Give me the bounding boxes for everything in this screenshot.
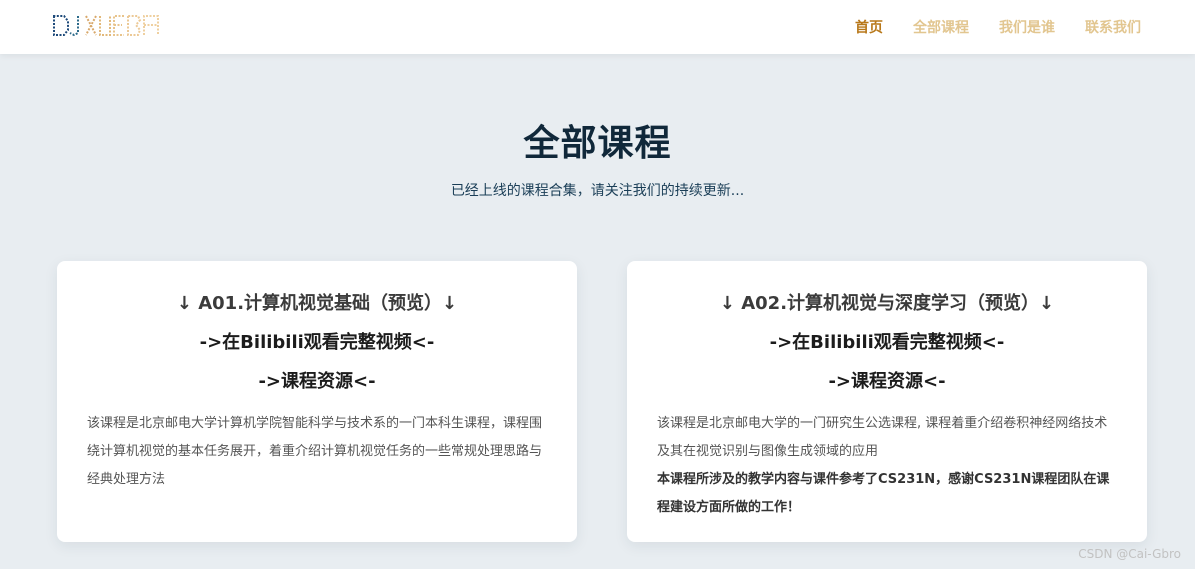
watermark: CSDN @Cai-Gbro: [1078, 547, 1181, 561]
course-resource-link[interactable]: ->课程资源<-: [627, 367, 1147, 393]
course-description-text: 该课程是北京邮电大学计算机学院智能科学与技术系的一门本科生课程，课程围绕计算机视…: [87, 416, 543, 487]
bilibili-video-link[interactable]: ->在Bilibili观看完整视频<-: [57, 328, 577, 354]
nav-contact-us[interactable]: 联系我们: [1085, 17, 1141, 37]
course-resource-link[interactable]: ->课程资源<-: [57, 367, 577, 393]
course-description: 该课程是北京邮电大学计算机学院智能科学与技术系的一门本科生课程，课程围绕计算机视…: [87, 410, 547, 494]
course-acknowledgement: 本课程所涉及的教学内容与课件参考了CS231N，感谢CS231N课程团队在课程建…: [657, 472, 1110, 515]
page-title: 全部课程: [523, 123, 672, 164]
bilibili-video-link[interactable]: ->在Bilibili观看完整视频<-: [627, 328, 1147, 354]
nav-about-us[interactable]: 我们是谁: [999, 17, 1055, 37]
course-title: ↓ A01.计算机视觉基础（预览）↓: [176, 293, 458, 314]
course-card-a02: ↓ A02.计算机视觉与深度学习（预览）↓ ->在Bilibili观看完整视频<…: [627, 261, 1147, 542]
nav-menu: 首页 全部课程 我们是谁 联系我们: [855, 0, 1141, 54]
nav-all-courses[interactable]: 全部课程: [913, 17, 969, 37]
course-card-a01: ↓ A01.计算机视觉基础（预览）↓ ->在Bilibili观看完整视频<- -…: [57, 261, 577, 542]
logo[interactable]: [52, 13, 162, 39]
course-title: ↓ A02.计算机视觉与深度学习（预览）↓: [719, 293, 1055, 314]
top-navbar: 首页 全部课程 我们是谁 联系我们: [0, 0, 1195, 54]
page-subtitle: 已经上线的课程合集，请关注我们的持续更新...: [450, 183, 745, 199]
nav-home[interactable]: 首页: [855, 17, 883, 37]
course-description-text: 该课程是北京邮电大学的一门研究生公选课程, 课程着重介绍卷积神经网络技术及其在视…: [657, 416, 1108, 459]
course-description: 该课程是北京邮电大学的一门研究生公选课程, 课程着重介绍卷积神经网络技术及其在视…: [657, 410, 1117, 522]
